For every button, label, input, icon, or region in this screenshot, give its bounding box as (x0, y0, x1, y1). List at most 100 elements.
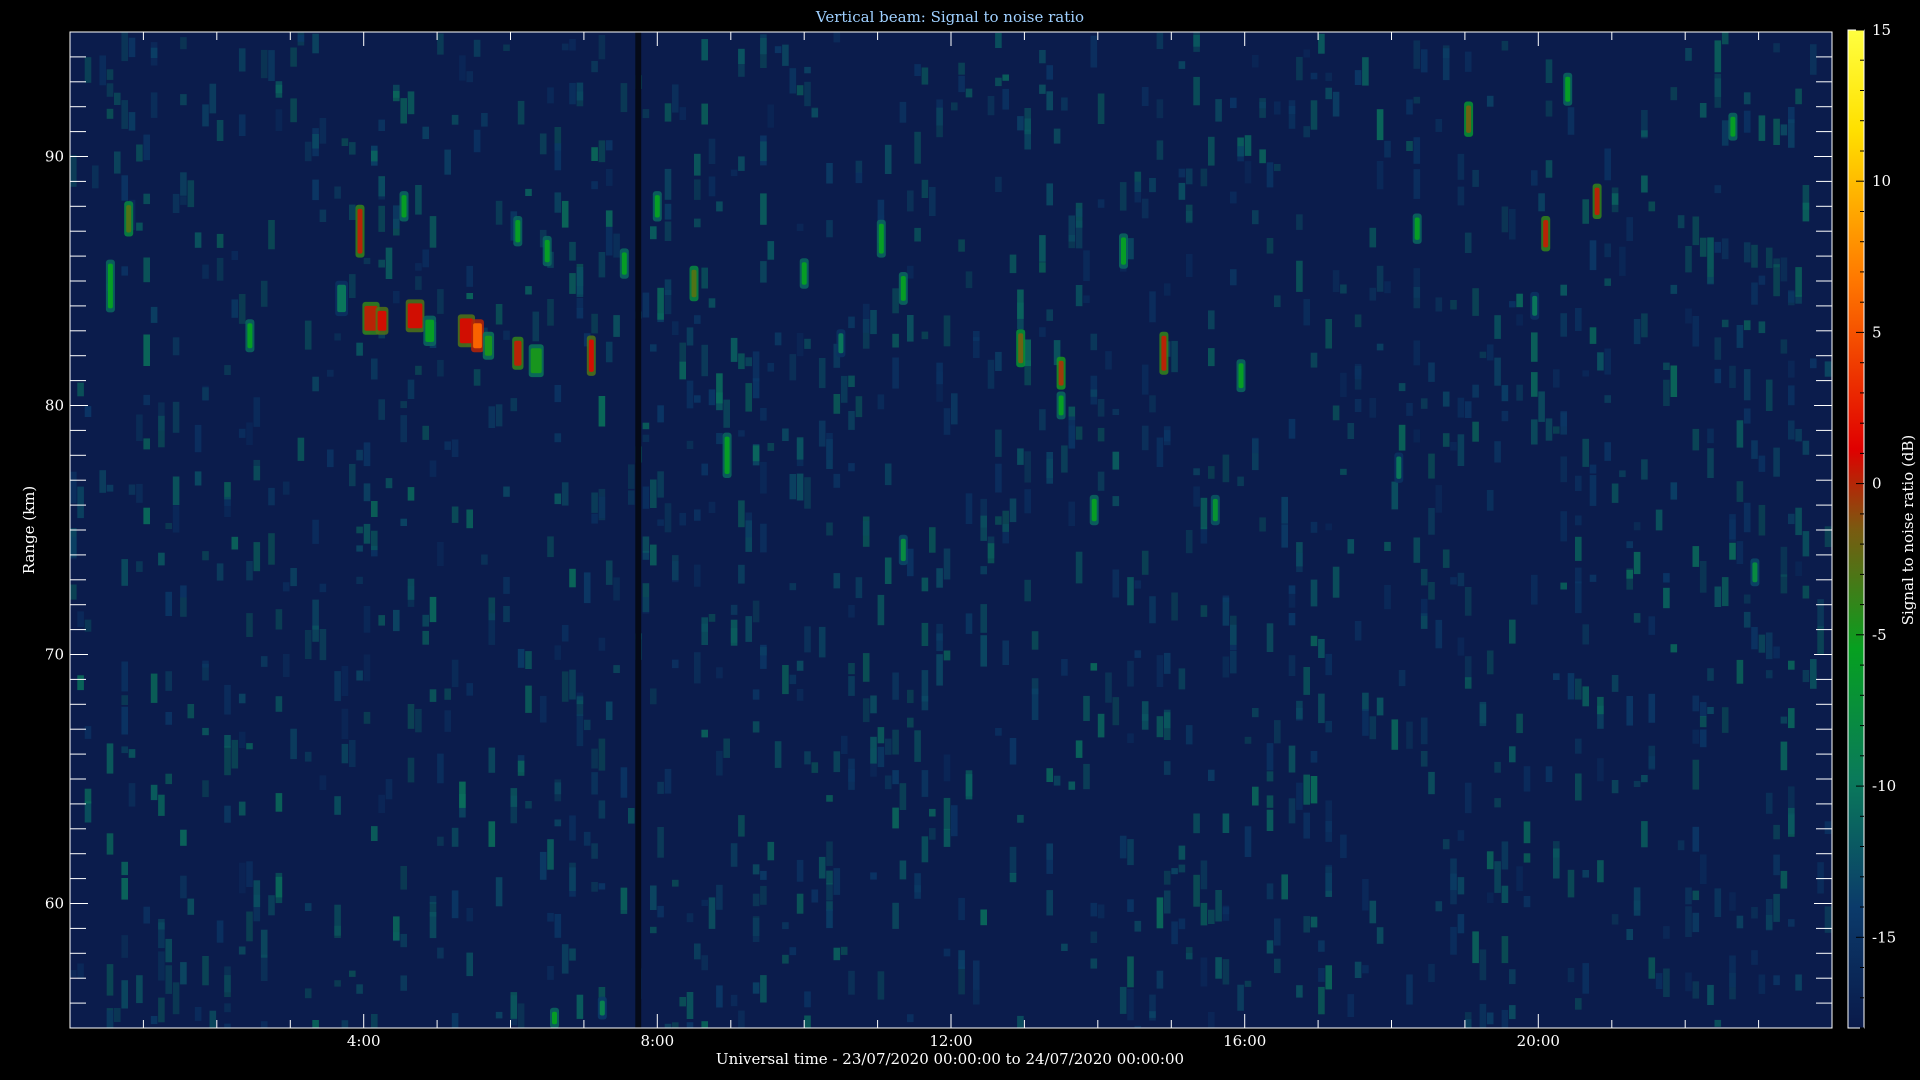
noise-cell (1413, 429, 1421, 443)
noise-cell (1017, 1015, 1024, 1028)
noise-cell (106, 69, 114, 80)
noise-cell (1134, 580, 1142, 589)
noise-cell (1296, 214, 1303, 230)
noise-cell (503, 606, 510, 623)
noise-cell (187, 180, 195, 208)
noise-cell (121, 695, 128, 705)
noise-cell (1193, 813, 1200, 834)
noise-cell (70, 471, 77, 504)
noise-cell (1215, 957, 1222, 979)
noise-cell (1457, 877, 1465, 895)
noise-cell (708, 897, 716, 929)
gap-stripe (635, 32, 642, 1028)
noise-cell (378, 205, 385, 232)
noise-cell (958, 966, 965, 995)
noise-cell (738, 815, 745, 837)
noise-cell (275, 84, 283, 98)
noise-cell (385, 478, 393, 489)
noise-cell (583, 831, 591, 846)
noise-cell (591, 772, 598, 795)
noise-cell (180, 172, 187, 196)
noise-cell (907, 1014, 914, 1023)
noise-cell (1641, 110, 1648, 139)
noise-cell (1516, 713, 1523, 734)
noise-cell (1428, 963, 1435, 983)
noise-cell (363, 523, 371, 544)
noise-cell (246, 743, 253, 750)
noise-cell (1178, 845, 1186, 860)
noise-cell (657, 405, 664, 423)
noise-cell (158, 552, 165, 566)
noise-cell (1464, 401, 1472, 418)
noise-cell (1707, 984, 1714, 1005)
noise-cell (327, 449, 334, 468)
x-tick-label: 4:00 (347, 1032, 381, 1050)
noise-cell (437, 836, 444, 846)
noise-cell (1354, 70, 1362, 85)
noise-cell (1017, 289, 1024, 319)
noise-cell (716, 667, 723, 679)
noise-cell (202, 551, 209, 561)
noise-cell (1097, 199, 1105, 208)
noise-cell (811, 107, 819, 118)
noise-cell (1457, 434, 1465, 466)
noise-cell (826, 909, 833, 929)
noise-cell (1582, 199, 1589, 224)
feature-core (357, 208, 363, 254)
noise-cell (980, 635, 987, 667)
noise-cell (811, 762, 819, 773)
noise-cell (1788, 290, 1795, 303)
noise-cell (1362, 57, 1369, 86)
noise-cell (1553, 673, 1560, 680)
noise-cell (1178, 864, 1186, 873)
noise-cell (1773, 893, 1780, 922)
noise-cell (598, 496, 606, 519)
noise-cell (1141, 701, 1149, 730)
noise-cell (143, 507, 150, 525)
noise-cell (943, 650, 951, 661)
noise-cell (701, 1021, 708, 1028)
noise-cell (973, 331, 980, 341)
noise-cell (268, 50, 275, 81)
noise-cell (605, 210, 613, 227)
noise-cell (1156, 140, 1164, 160)
noise-cell (1413, 169, 1421, 199)
noise-cell (238, 693, 246, 704)
noise-cell (1303, 49, 1310, 58)
noise-cell (1464, 51, 1472, 72)
noise-cell (466, 907, 473, 922)
noise-cell (1648, 756, 1656, 770)
noise-cell (554, 782, 562, 795)
noise-cell (745, 357, 752, 367)
noise-cell (106, 833, 114, 855)
noise-cell (1274, 720, 1281, 744)
noise-cell (554, 192, 562, 213)
noise-cell (378, 259, 385, 268)
noise-cell (554, 645, 562, 660)
noise-cell (752, 917, 760, 942)
noise-cell (1494, 315, 1501, 339)
noise-cell (334, 980, 341, 987)
noise-cell (1575, 998, 1582, 1010)
noise-cell (371, 150, 378, 162)
noise-cell (1707, 668, 1714, 681)
noise-cell (1575, 678, 1582, 700)
noise-cell (1303, 299, 1310, 326)
noise-cell (1457, 186, 1465, 206)
noise-cell (1310, 521, 1318, 533)
noise-cell (1090, 958, 1098, 969)
noise-cell (1479, 701, 1487, 727)
noise-cell (1670, 284, 1678, 294)
noise-cell (1692, 729, 1700, 744)
noise-cell (393, 290, 400, 304)
noise-cell (1611, 914, 1619, 925)
noise-cell (356, 670, 363, 681)
noise-cell (833, 868, 841, 895)
noise-cell (804, 626, 811, 653)
noise-cell (1582, 624, 1589, 645)
noise-cell (451, 439, 459, 457)
noise-cell (1171, 868, 1178, 875)
noise-cell (554, 385, 562, 403)
feature-core (1730, 116, 1736, 137)
noise-cell (1626, 929, 1633, 940)
